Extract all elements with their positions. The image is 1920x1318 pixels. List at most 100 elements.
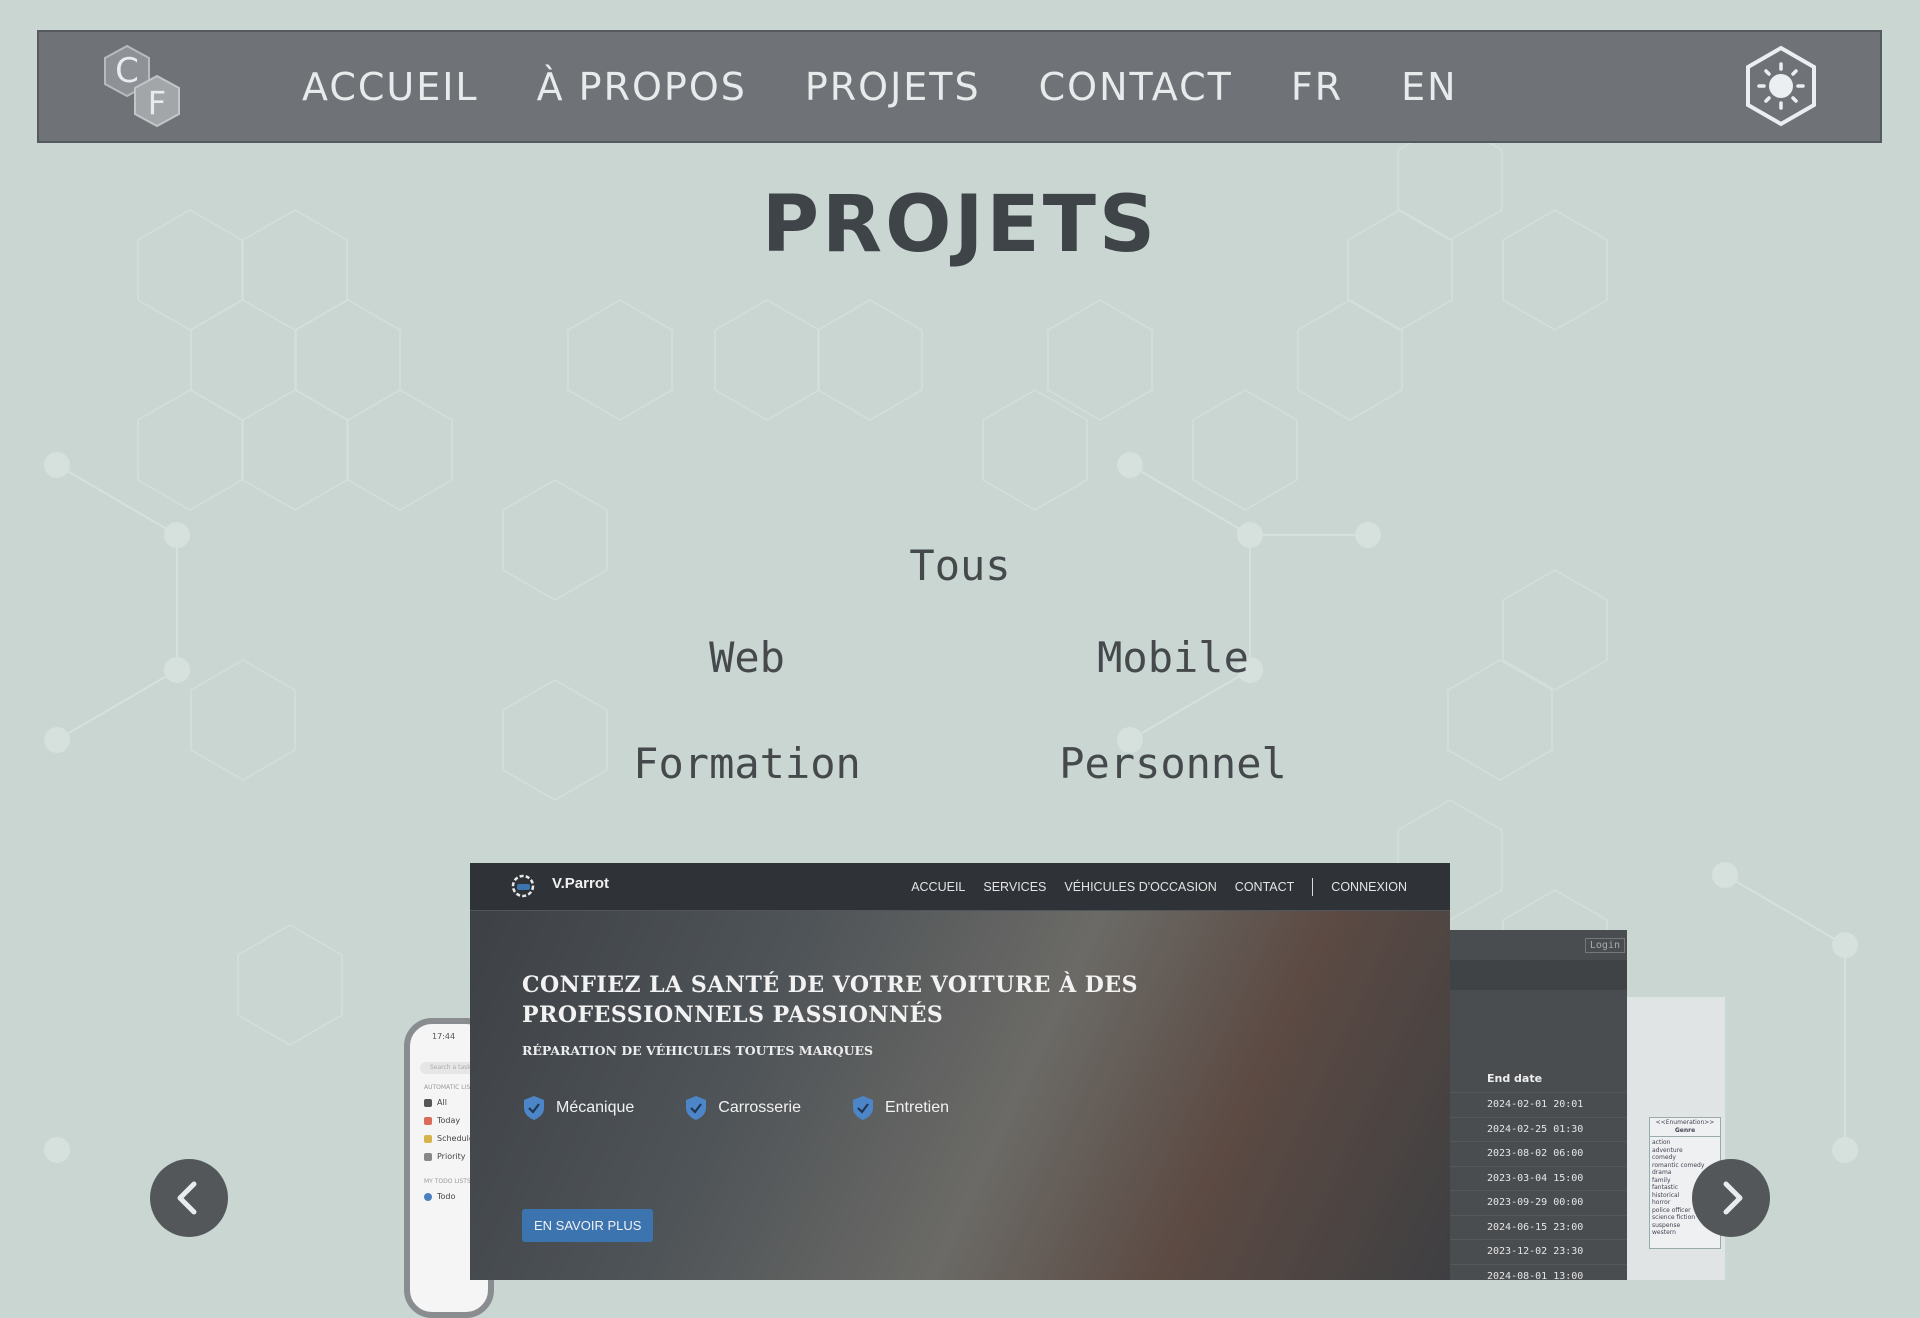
bg-network-node (1355, 522, 1381, 548)
phone-section-my-lists: MY TODO LISTS (424, 1178, 471, 1185)
table-row: 2024-06-15 23:00 (1440, 1214, 1627, 1240)
vparrot-nav-links: ACCUEIL SERVICES VÉHICULES D'OCCASION CO… (893, 863, 1407, 910)
dates-column: 2024-02-01 20:01 2024-02-25 01:30 2023-0… (1440, 1092, 1627, 1280)
phone-item-label: All (437, 1098, 447, 1107)
bg-hexagon (137, 389, 243, 511)
bg-network-node (1117, 452, 1143, 478)
vparrot-nav-contact: CONTACT (1234, 879, 1295, 894)
table-row: 2023-12-02 23:30 (1440, 1239, 1627, 1264)
table-row: 2023-03-04 15:00 (1440, 1165, 1627, 1191)
vparrot-nav-accueil: ACCUEIL (911, 879, 966, 894)
lang-fr-link[interactable]: FR (1291, 65, 1343, 109)
carousel-prev-button[interactable] (150, 1159, 228, 1237)
shield-check-icon (524, 1096, 544, 1120)
bg-hexagon (502, 479, 608, 601)
badge-mecanique: Mécanique (522, 1095, 634, 1121)
vparrot-navbar: V.Parrot ACCUEIL SERVICES VÉHICULES D'OC… (470, 863, 1450, 911)
calendar-icon (424, 1116, 432, 1125)
bg-hexagon (242, 389, 348, 511)
list-icon (424, 1192, 432, 1201)
end-date-header: End date (1487, 1072, 1543, 1085)
uml-enum-name: Genre (1674, 1127, 1696, 1134)
bg-network-node (1237, 522, 1263, 548)
table-row: 2024-02-01 20:01 (1440, 1092, 1627, 1117)
uml-value: adventure (1652, 1146, 1683, 1154)
carousel-next-button[interactable] (1692, 1159, 1770, 1237)
filter-training[interactable]: Formation (633, 739, 861, 788)
phone-list-item: All (424, 1098, 447, 1107)
gear-car-icon (511, 874, 535, 898)
bg-hexagon (1502, 569, 1608, 691)
login-button: Login (1584, 938, 1625, 953)
bg-hexagon (714, 299, 820, 421)
badge-label: Carrosserie (718, 1099, 801, 1116)
filter-mobile[interactable]: Mobile (1097, 633, 1249, 682)
bg-hexagon (982, 389, 1088, 511)
cf-logo[interactable]: C F (99, 44, 189, 130)
nav-link-a-propos[interactable]: À PROPOS (537, 65, 747, 109)
bg-hexagon (817, 299, 923, 421)
phone-item-label: Todo (437, 1192, 456, 1201)
vparrot-headline: CONFIEZ LA SANTÉ DE VOTRE VOITURE À DES … (522, 972, 1139, 1028)
uml-stereotype: <<Enumeration>> (1655, 1119, 1715, 1126)
filter-web[interactable]: Web (709, 633, 785, 682)
shield-check-icon (686, 1096, 707, 1120)
badge-label: Entretien (884, 1099, 950, 1116)
table-toolbar (1440, 960, 1627, 990)
nav-link-contact[interactable]: CONTACT (1039, 65, 1233, 109)
phone-list-item: Today (424, 1116, 460, 1125)
star-icon (424, 1098, 432, 1107)
uml-enum-header: <<Enumeration>> Genre (1650, 1118, 1720, 1137)
badge-carrosserie: Carrosserie (684, 1095, 801, 1121)
vparrot-website-preview[interactable]: V.Parrot ACCUEIL SERVICES VÉHICULES D'OC… (470, 863, 1450, 1280)
bg-hexagon (1447, 659, 1553, 781)
flag-icon (424, 1152, 432, 1161)
service-badges: Mécanique Carrosserie Entretien (522, 1095, 999, 1121)
vparrot-nav-connexion: CONNEXION (1331, 879, 1407, 894)
badge-label: Mécanique (556, 1099, 635, 1116)
bg-hexagon (190, 299, 296, 421)
nav-link-projets[interactable]: PROJETS (805, 65, 981, 109)
page-title: PROJETS (761, 180, 1159, 270)
top-navbar: C F ACCUEIL À PROPOS PROJETS CONTACT FR … (37, 30, 1882, 143)
bg-hexagon (1297, 299, 1403, 421)
theme-toggle-sun-icon[interactable] (1740, 45, 1822, 127)
nav-link-accueil[interactable]: ACCUEIL (302, 65, 479, 109)
table-row: 2024-02-25 01:30 (1440, 1116, 1627, 1142)
schedule-icon (424, 1134, 432, 1143)
phone-time: 17:44 (432, 1032, 456, 1041)
bg-network-line (56, 669, 178, 741)
nav-separator (1312, 877, 1314, 896)
vparrot-nav-services: SERVICES (983, 879, 1047, 894)
bg-network-line (56, 464, 178, 536)
svg-text:F: F (148, 84, 166, 122)
bg-hexagon (347, 389, 453, 511)
bg-hexagon (502, 679, 608, 801)
phone-item-label: Today (437, 1116, 461, 1125)
bg-network-node (44, 452, 70, 478)
main-nav: ACCUEIL À PROPOS PROJETS CONTACT FR EN (302, 32, 1516, 141)
table-row: 2023-09-29 00:00 (1440, 1190, 1627, 1215)
bg-hexagon (1192, 389, 1298, 511)
svg-text:C: C (115, 51, 139, 91)
bg-network-line (1129, 464, 1251, 536)
filter-all[interactable]: Tous (909, 541, 1010, 590)
lang-en-link[interactable]: EN (1401, 65, 1457, 109)
phone-item-label: Priority (437, 1152, 466, 1161)
badge-entretien: Entretien (851, 1095, 949, 1121)
uml-value: action (1652, 1139, 1671, 1146)
vparrot-nav-vehicules: VÉHICULES D'OCCASION (1064, 879, 1217, 894)
events-table-preview[interactable]: Login End date 2024-02-01 20:01 2024-02-… (1440, 930, 1627, 1280)
shield-check-icon (852, 1096, 873, 1120)
project-carousel: 17:44 Search a task AUTOMATIC LISTS All … (0, 860, 1920, 1318)
bg-hexagon (1047, 299, 1153, 421)
phone-list-item: Priority (424, 1152, 465, 1161)
chevron-left-icon (177, 1181, 197, 1215)
vparrot-subheadline: RÉPARATION DE VÉHICULES TOUTES MARQUES (522, 1043, 874, 1058)
learn-more-button: EN SAVOIR PLUS (522, 1209, 654, 1242)
bg-network-node (44, 727, 70, 753)
vparrot-brand: V.Parrot (552, 875, 609, 892)
filter-personal[interactable]: Personnel (1059, 739, 1287, 788)
chevron-right-icon (1723, 1181, 1743, 1215)
uml-diagram-preview[interactable]: <<Enumeration>> Genre action adventure c… (1627, 997, 1725, 1280)
